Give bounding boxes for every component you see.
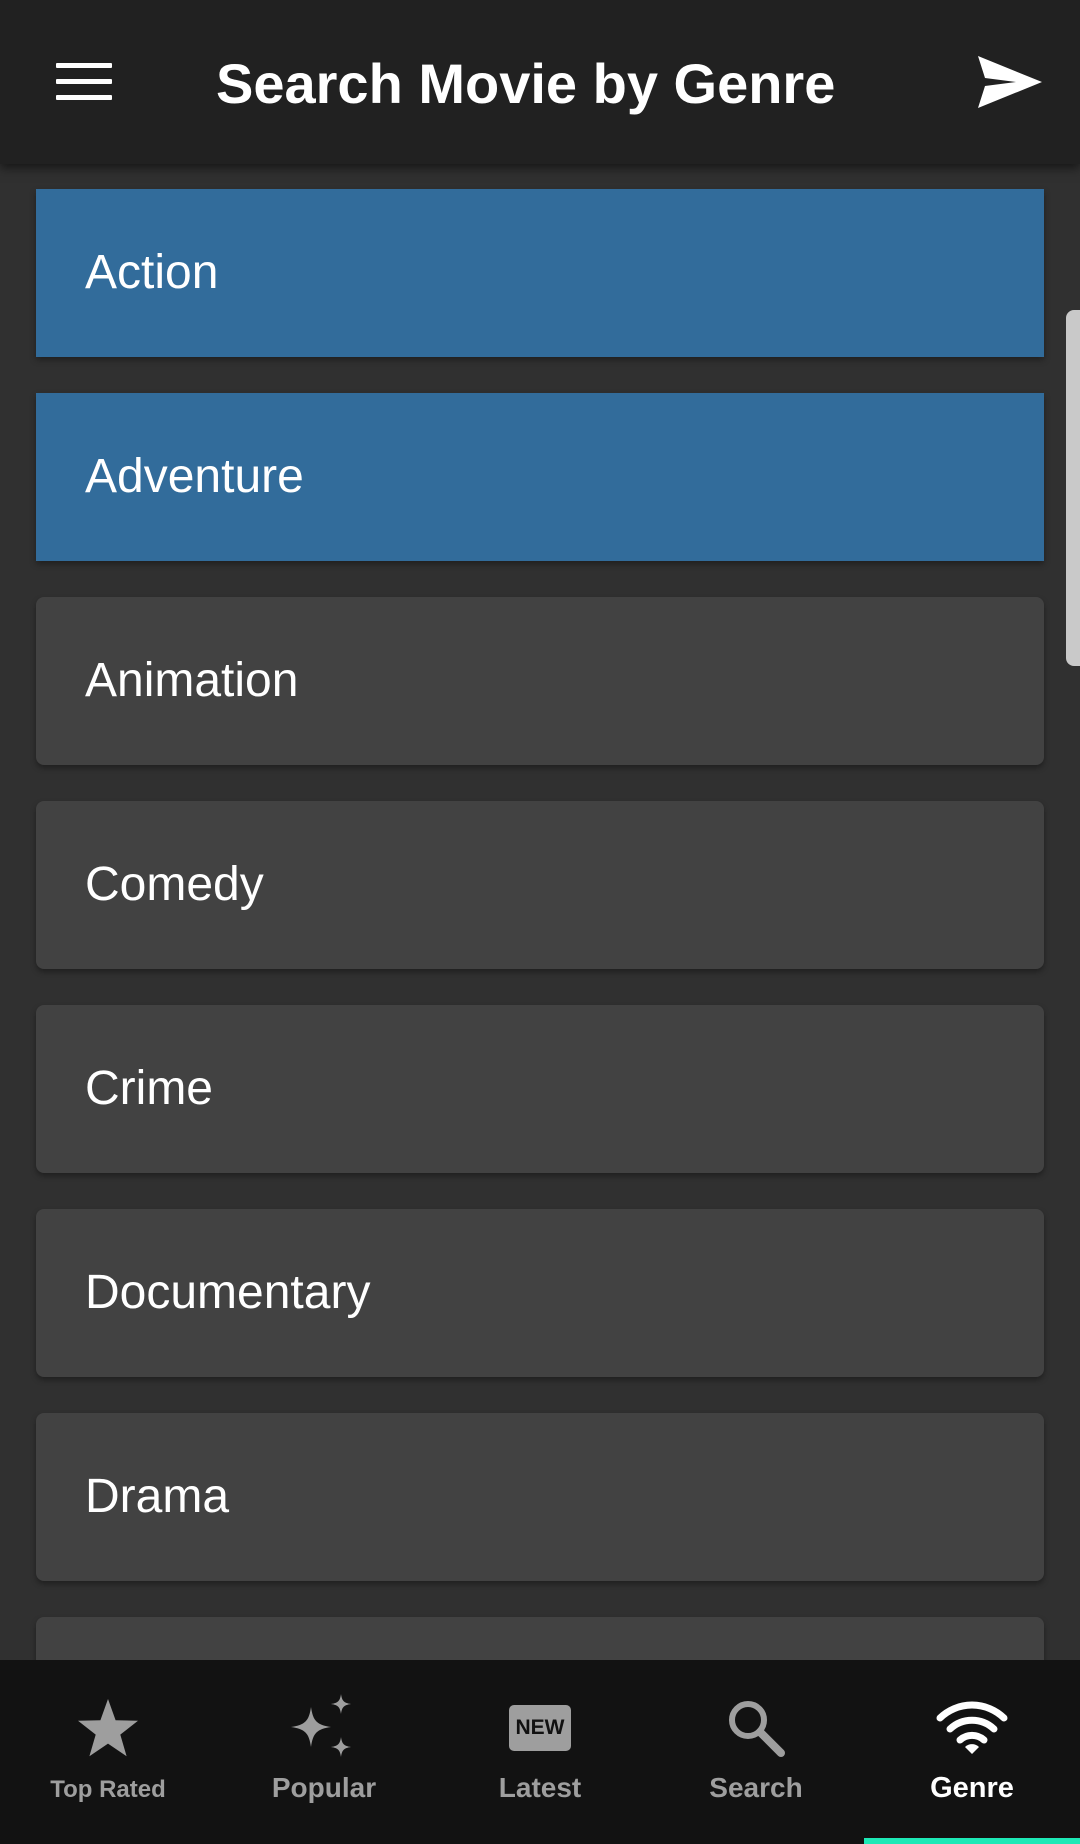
genre-item-adventure[interactable]: Adventure: [36, 393, 1044, 561]
page-title: Search Movie by Genre: [216, 52, 836, 115]
new-badge-icon: NEW: [509, 1705, 571, 1751]
genre-label: Drama: [85, 1470, 230, 1523]
scrollbar-thumb[interactable]: [1066, 310, 1080, 666]
genre-label: Animation: [85, 654, 299, 707]
nav-label: Search: [709, 1772, 803, 1803]
genre-item-partial[interactable]: [36, 1617, 1044, 1660]
genre-item-action[interactable]: Action: [36, 189, 1044, 357]
genre-item-animation[interactable]: Animation: [36, 597, 1044, 765]
nav-top-rated[interactable]: Top Rated: [0, 1660, 216, 1844]
genre-item-documentary[interactable]: Documentary: [36, 1209, 1044, 1377]
menu-button[interactable]: [36, 44, 132, 120]
nav-latest[interactable]: NEW Latest: [432, 1660, 648, 1844]
search-icon: [729, 1701, 785, 1757]
genre-label: Crime: [85, 1062, 213, 1115]
app-bar: Search Movie by Genre: [0, 0, 1080, 164]
star-icon: [78, 1699, 138, 1757]
genre-item-comedy[interactable]: Comedy: [36, 801, 1044, 969]
wifi-icon: [936, 1701, 1008, 1754]
nav-label: Popular: [271, 1772, 377, 1803]
hamburger-menu-icon: [56, 62, 112, 102]
genre-list[interactable]: Action Adventure Animation Comedy Crime …: [0, 164, 1080, 1660]
active-tab-indicator: [864, 1838, 1080, 1844]
genre-label: Comedy: [85, 858, 264, 911]
send-button[interactable]: [960, 40, 1060, 124]
bottom-navigation: Top Rated Popular NEW Latest Search Genr…: [0, 1660, 1080, 1844]
nav-label: Genre: [930, 1772, 1014, 1804]
genre-label: Action: [85, 246, 219, 299]
nav-label: Top Rated: [50, 1776, 166, 1803]
genre-label: Documentary: [85, 1266, 371, 1319]
genre-item-crime[interactable]: Crime: [36, 1005, 1044, 1173]
nav-popular[interactable]: Popular: [216, 1660, 432, 1844]
send-icon: [978, 56, 1042, 108]
genre-label: Adventure: [85, 450, 304, 503]
nav-search[interactable]: Search: [648, 1660, 864, 1844]
genre-item-drama[interactable]: Drama: [36, 1413, 1044, 1581]
nav-genre[interactable]: Genre: [864, 1660, 1080, 1844]
sparkle-icon: [291, 1694, 351, 1757]
nav-label: Latest: [498, 1772, 582, 1803]
genre-screen: Search Movie by Genre Action Adventure A…: [0, 0, 1080, 1844]
